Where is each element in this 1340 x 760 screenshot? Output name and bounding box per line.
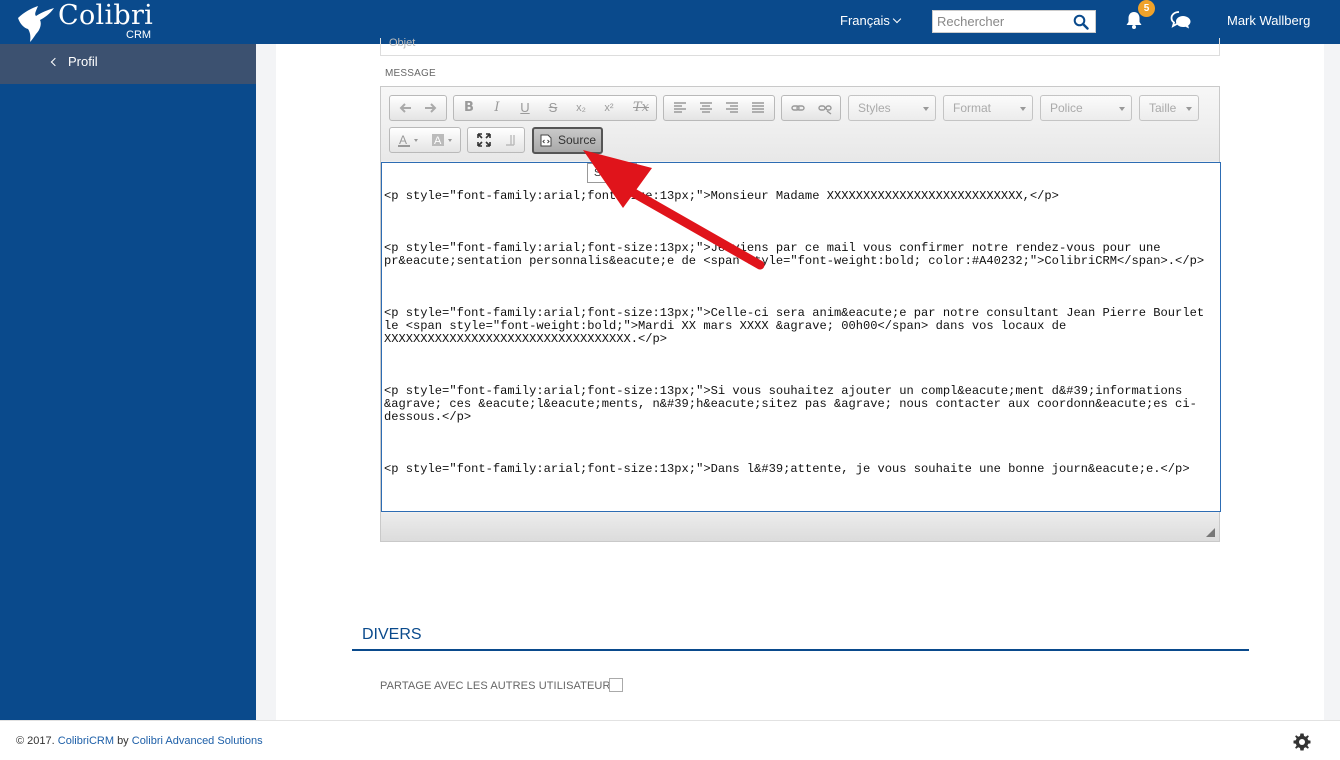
format-combo-label: Format <box>953 101 992 115</box>
search-box <box>932 10 1096 33</box>
source-line: <p style="font-family:arial;font-size:13… <box>384 189 1059 203</box>
link-icon <box>791 105 805 111</box>
underline-button[interactable]: U <box>513 96 537 120</box>
align-left-button[interactable] <box>668 96 692 120</box>
styles-combo-label: Styles <box>858 101 891 115</box>
source-button-label: Source <box>558 133 597 147</box>
source-tooltip: S <box>587 163 637 183</box>
format-combo[interactable]: Format <box>943 95 1033 121</box>
brand-name: Colibri <box>58 0 154 31</box>
show-blocks-button[interactable] <box>498 128 522 152</box>
redo-icon <box>425 103 437 113</box>
align-left-icon <box>674 102 686 113</box>
align-justify-button[interactable] <box>746 96 770 120</box>
bold-button[interactable]: B <box>457 96 481 120</box>
resize-handle-icon[interactable] <box>1206 528 1215 537</box>
colors-group: A A <box>389 127 461 153</box>
copyright-by: by <box>117 735 129 747</box>
basic-styles-group: B I U S x₂ x² Tx <box>453 95 657 121</box>
copyright-year: © 2017. <box>16 735 55 747</box>
superscript-button[interactable]: x² <box>597 96 621 120</box>
source-line: <p style="font-family:arial;font-size:13… <box>384 462 1190 476</box>
caret-down-icon <box>1020 107 1026 111</box>
editor-toolbar: B I U S x₂ x² Tx Styles Format Police Ta… <box>381 87 1219 161</box>
maximize-icon <box>477 133 491 147</box>
strikethrough-button[interactable]: S <box>541 96 565 120</box>
history-group <box>389 95 447 121</box>
language-label: Français <box>840 13 890 28</box>
links-group <box>781 95 841 121</box>
size-combo[interactable]: Taille <box>1139 95 1199 121</box>
size-combo-label: Taille <box>1149 101 1177 115</box>
italic-button[interactable]: I <box>485 96 509 120</box>
caret-down-icon <box>1119 107 1125 111</box>
redo-button[interactable] <box>418 96 442 120</box>
undo-button[interactable] <box>394 96 418 120</box>
show-blocks-icon <box>506 135 515 146</box>
source-code-textarea[interactable]: <p style="font-family:arial;font-size:13… <box>381 162 1221 512</box>
brand-sub: CRM <box>126 29 152 41</box>
unlink-icon <box>818 105 832 115</box>
source-line: <p style="font-family:arial;font-size:13… <box>384 384 1197 424</box>
sidebar: Profil <box>0 44 256 720</box>
search-icon[interactable] <box>1073 14 1089 30</box>
objet-field[interactable]: Objet <box>380 38 1220 56</box>
section-title: DIVERS <box>362 626 422 643</box>
hummingbird-icon <box>18 6 54 42</box>
footer: © 2017. ColibriCRM by Colibri Advanced S… <box>0 720 1340 760</box>
chevron-left-icon <box>50 57 60 67</box>
sidebar-item-profil[interactable]: Profil <box>0 44 256 84</box>
chat-icon[interactable] <box>1170 10 1192 30</box>
align-right-icon <box>726 102 738 113</box>
align-justify-icon <box>752 102 764 113</box>
user-menu[interactable]: Mark Wallberg <box>1227 13 1310 28</box>
gear-icon[interactable] <box>1293 733 1311 751</box>
source-icon <box>540 134 552 147</box>
align-center-icon <box>700 102 712 113</box>
background-color-icon: A <box>432 134 452 147</box>
main-content: Objet MESSAGE B I U S x₂ x² Tx Styles Fo… <box>276 38 1324 720</box>
unlink-button[interactable] <box>813 96 837 120</box>
font-combo-label: Police <box>1050 101 1083 115</box>
text-color-button[interactable]: A <box>394 128 426 152</box>
share-label: PARTAGE AVEC LES AUTRES UTILISATEURS <box>380 680 618 692</box>
sidebar-item-label: Profil <box>68 54 98 69</box>
page-scrollbar[interactable] <box>1324 44 1340 720</box>
copyright-text: © 2017. ColibriCRM by Colibri Advanced S… <box>16 735 263 747</box>
link-button[interactable] <box>786 96 810 120</box>
brand-logo[interactable]: Colibri CRM <box>14 0 174 42</box>
maximize-button[interactable] <box>472 128 496 152</box>
chevron-down-icon <box>892 14 902 24</box>
language-selector[interactable]: Français <box>840 13 902 28</box>
product-link[interactable]: ColibriCRM <box>58 735 114 747</box>
notification-badge: 5 <box>1138 0 1155 17</box>
text-color-icon: A <box>398 133 418 147</box>
message-label: MESSAGE <box>385 68 436 79</box>
styles-combo[interactable]: Styles <box>848 95 936 121</box>
caret-down-icon <box>923 107 929 111</box>
caret-down-icon <box>1186 107 1192 111</box>
source-line: <p style="font-family:arial;font-size:13… <box>384 306 1212 346</box>
align-right-button[interactable] <box>720 96 744 120</box>
editor-status-bar <box>381 513 1219 541</box>
source-button[interactable]: Source <box>532 127 603 154</box>
tools-group <box>467 127 525 153</box>
source-line: <p style="font-family:arial;font-size:13… <box>384 241 1205 268</box>
section-divider <box>352 649 1249 651</box>
font-combo[interactable]: Police <box>1040 95 1132 121</box>
background-color-button[interactable]: A <box>428 128 460 152</box>
undo-icon <box>399 103 411 113</box>
rich-text-editor: B I U S x₂ x² Tx Styles Format Police Ta… <box>380 86 1221 542</box>
align-center-button[interactable] <box>694 96 718 120</box>
subscript-button[interactable]: x₂ <box>569 96 593 120</box>
svg-text:A: A <box>434 135 442 147</box>
company-link[interactable]: Colibri Advanced Solutions <box>132 735 263 747</box>
share-checkbox[interactable] <box>609 678 623 692</box>
remove-format-button[interactable]: Tx <box>629 96 653 120</box>
svg-text:A: A <box>399 133 407 147</box>
search-input[interactable] <box>933 11 1069 32</box>
align-group <box>663 95 775 121</box>
